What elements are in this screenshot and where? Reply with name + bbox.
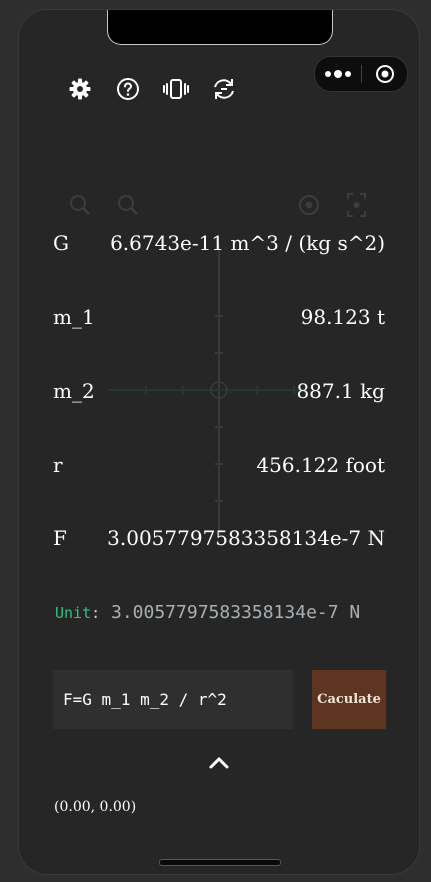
- field-value: 456.122 foot: [256, 453, 385, 477]
- field-row-m1[interactable]: m_1 98.123 t: [53, 305, 385, 329]
- field-name: m_1: [53, 305, 95, 329]
- phone-screen: G 6.6743e-11 m^3 / (kg s^2) m_1 98.123 t…: [19, 10, 419, 874]
- vibrate-icon[interactable]: [161, 74, 191, 104]
- unit-colon: :: [91, 604, 101, 622]
- calculate-button[interactable]: Caculate: [312, 670, 386, 729]
- coordinate-readout: (0.00, 0.00): [54, 799, 137, 815]
- locate-icon[interactable]: [299, 195, 319, 215]
- field-name: m_2: [53, 379, 95, 403]
- field-row-m2[interactable]: m_2 887.1 kg: [53, 379, 385, 403]
- field-value: 98.123 t: [300, 305, 385, 329]
- field-name: F: [53, 526, 67, 550]
- zoom-out-icon[interactable]: [118, 195, 138, 215]
- fit-view-icon[interactable]: [347, 193, 366, 217]
- field-name: r: [53, 453, 63, 477]
- chevron-up-icon[interactable]: [207, 752, 231, 772]
- more-dots-icon[interactable]: [315, 70, 361, 78]
- field-value: 3.0057797583358134e-7 N: [107, 526, 385, 550]
- field-value: 887.1 kg: [296, 379, 385, 403]
- target-icon[interactable]: [362, 64, 407, 84]
- notch: [107, 10, 333, 45]
- unit-value: 3.0057797583358134e-7 N: [111, 602, 361, 623]
- formula-input[interactable]: [53, 670, 293, 729]
- help-circle-icon[interactable]: [113, 74, 143, 104]
- unit-result: Unit: 3.0057797583358134e-7 N: [55, 602, 360, 623]
- field-row-g[interactable]: G 6.6743e-11 m^3 / (kg s^2): [53, 231, 385, 255]
- toolbar: [65, 74, 239, 104]
- refresh-icon[interactable]: [209, 74, 239, 104]
- unit-label: Unit: [55, 604, 92, 622]
- gear-icon[interactable]: [65, 74, 95, 104]
- field-row-r[interactable]: r 456.122 foot: [53, 453, 385, 477]
- field-name: G: [53, 231, 69, 255]
- mini-program-capsule: [314, 56, 408, 92]
- home-indicator[interactable]: [159, 859, 281, 866]
- field-value: 6.6743e-11 m^3 / (kg s^2): [110, 231, 385, 255]
- zoom-in-icon[interactable]: [70, 195, 90, 215]
- field-row-f[interactable]: F 3.0057797583358134e-7 N: [53, 526, 385, 550]
